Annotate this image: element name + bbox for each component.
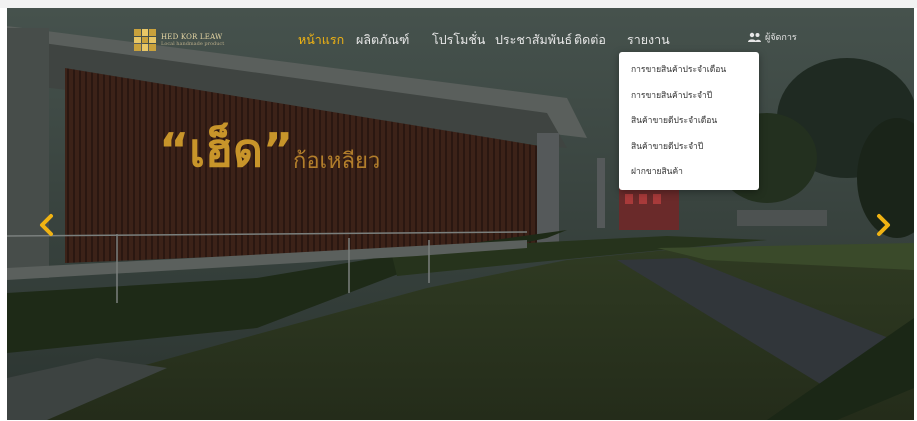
hero-background-image: “เฮ็ด” ก้อเหลียว bbox=[7, 8, 914, 420]
dropdown-item-monthly-bestsellers[interactable]: สินค้าขายดีประจำเดือน bbox=[619, 113, 759, 139]
sign-quote-text: “เฮ็ด” bbox=[159, 122, 293, 177]
nav-products[interactable]: ผลิตภัณฑ์ bbox=[356, 30, 409, 50]
dropdown-item-monthly-sales[interactable]: การขายสินค้าประจำเดือน bbox=[619, 62, 759, 88]
dropdown-item-yearly-sales[interactable]: การขายสินค้าประจำปี bbox=[619, 88, 759, 114]
nav-report[interactable]: รายงาน bbox=[627, 30, 670, 50]
chevron-left-icon[interactable] bbox=[37, 213, 57, 237]
navbar: HED KOR LEAW Local handmade product หน้า… bbox=[7, 8, 914, 62]
users-icon bbox=[748, 32, 761, 42]
dropdown-item-consignment[interactable]: ฝากขายสินค้า bbox=[619, 164, 759, 190]
brand-logo[interactable]: HED KOR LEAW Local handmade product bbox=[134, 28, 224, 52]
hero-carousel: “เฮ็ด” ก้อเหลียว HED KOR LEAW Local hand… bbox=[7, 8, 914, 420]
nav-home[interactable]: หน้าแรก bbox=[298, 30, 344, 50]
nav-promotions[interactable]: โปรโมชั่น bbox=[432, 30, 485, 50]
top-strip bbox=[0, 0, 917, 8]
logo-tagline: Local handmade product bbox=[161, 41, 225, 47]
report-dropdown: การขายสินค้าประจำเดือน การขายสินค้าประจำ… bbox=[619, 52, 759, 190]
chevron-right-icon[interactable] bbox=[873, 213, 893, 237]
logo-name: HED KOR LEAW bbox=[161, 33, 223, 41]
admin-menu[interactable]: ผู้จัดการ bbox=[748, 30, 797, 44]
logo-mark-icon bbox=[134, 29, 156, 51]
dropdown-item-yearly-bestsellers[interactable]: สินค้าขายดีประจำปี bbox=[619, 139, 759, 165]
nav-contact[interactable]: ติดต่อ bbox=[574, 30, 606, 50]
sign-sub-text: ก้อเหลียว bbox=[293, 149, 380, 174]
nav-news[interactable]: ประชาสัมพันธ์ bbox=[495, 30, 572, 50]
admin-label: ผู้จัดการ bbox=[765, 33, 797, 43]
